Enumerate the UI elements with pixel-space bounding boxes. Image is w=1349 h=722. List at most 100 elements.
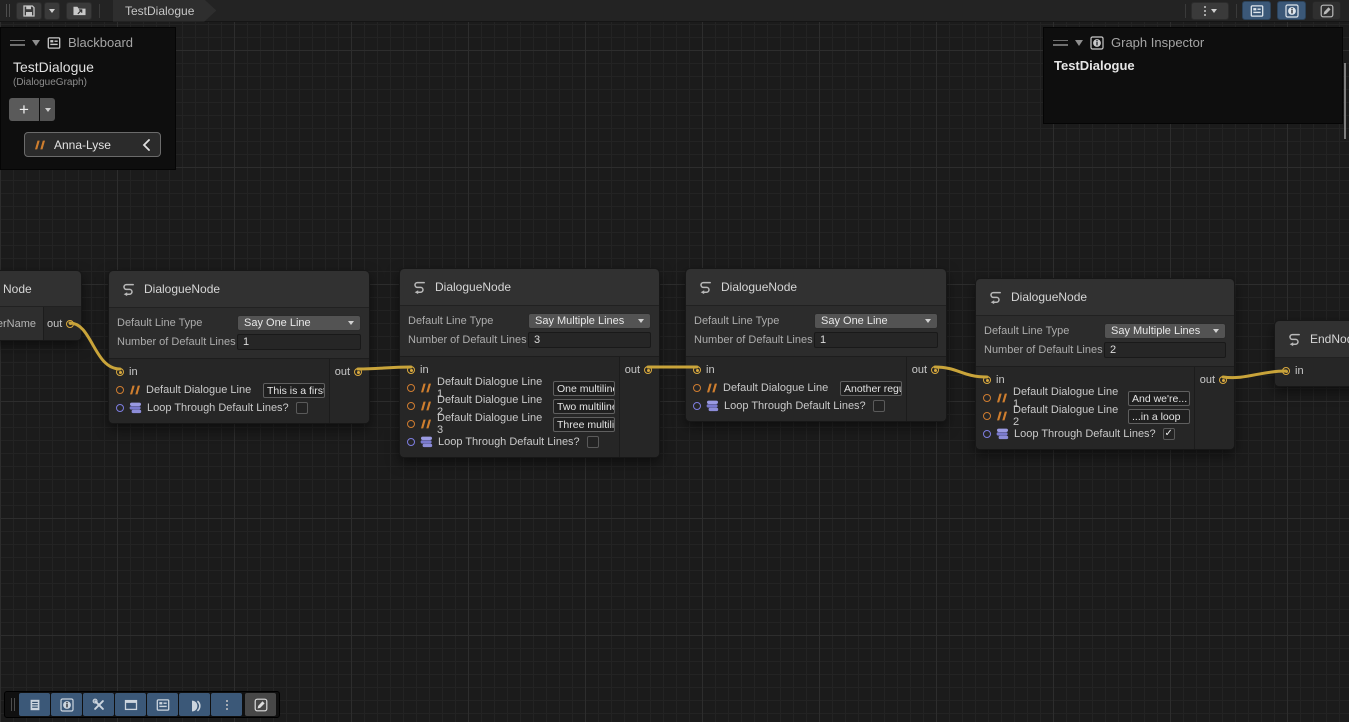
save-button[interactable] [16, 2, 42, 20]
node-header[interactable]: DialogueNode [109, 271, 369, 308]
drag-handle-icon[interactable] [1053, 40, 1068, 46]
toolbar-drag-handle[interactable] [6, 4, 10, 17]
tools-button[interactable] [83, 693, 114, 716]
line-type-dropdown[interactable]: Say Multiple Lines [528, 313, 651, 329]
chevron-down-icon [348, 321, 354, 325]
node-dialogue-3[interactable]: DialogueNode Default Line Type Say One L… [685, 268, 947, 422]
loop-stack-icon [129, 402, 142, 414]
node-title: DialogueNode [144, 282, 220, 296]
loop-stack-icon [706, 400, 719, 412]
blackboard-icon [1250, 4, 1264, 18]
chevron-left-icon[interactable] [142, 139, 151, 151]
port-label-in: in [706, 364, 715, 376]
line-count-field[interactable]: 3 [528, 332, 651, 348]
node-header[interactable]: EndNode [1275, 321, 1349, 358]
line-count-field[interactable]: 1 [814, 332, 938, 348]
quote-icon [420, 383, 432, 393]
flow-icon [987, 289, 1003, 305]
console-button[interactable] [19, 693, 50, 716]
node-header[interactable]: Node [0, 271, 81, 307]
dialogue-line-port[interactable] [407, 420, 415, 428]
toolbar-drag-handle[interactable] [11, 698, 15, 711]
speaker-name-text: kerName [0, 318, 36, 330]
node-dialogue-2[interactable]: DialogueNode Default Line Type Say Multi… [399, 268, 660, 458]
dialogue-line-port[interactable] [407, 384, 415, 392]
blackboard-field-name: Anna-Lyse [54, 138, 134, 152]
dialogue-line-port[interactable] [983, 394, 991, 402]
chevron-down-icon [638, 319, 644, 323]
loop-port[interactable] [407, 438, 415, 446]
dialogue-line-field[interactable]: Three multili [553, 417, 615, 432]
overflow-menu-button[interactable] [1191, 2, 1229, 20]
dialogue-line-field[interactable]: This is a first [263, 383, 325, 398]
blackboard-toggle-button[interactable] [1242, 1, 1271, 20]
node-header[interactable]: DialogueNode [976, 279, 1234, 316]
inspector-toggle-button[interactable] [1277, 1, 1306, 20]
dialogue-line-port[interactable] [407, 402, 415, 410]
info-button[interactable] [51, 693, 82, 716]
loop-checkbox[interactable]: ✓ [1163, 428, 1175, 440]
loop-checkbox[interactable] [587, 436, 599, 448]
kebab-menu-icon [1204, 6, 1206, 16]
overflow-menu-button[interactable] [211, 693, 242, 716]
window-button[interactable] [115, 693, 146, 716]
loop-label: Loop Through Default Lines? [438, 436, 580, 448]
tab-testdialogue[interactable]: TestDialogue [113, 0, 216, 22]
node-end[interactable]: EndNode in [1274, 320, 1349, 387]
script-toggle-button[interactable] [1312, 1, 1341, 20]
node-dialogue-4[interactable]: DialogueNode Default Line Type Say Multi… [975, 278, 1235, 450]
loop-checkbox[interactable] [873, 400, 885, 412]
node-header[interactable]: DialogueNode [686, 269, 946, 306]
line-type-dropdown[interactable]: Say Multiple Lines [1104, 323, 1226, 339]
dialogue-line-field[interactable]: And we're... [1128, 391, 1190, 406]
toolbar-separator [1185, 4, 1186, 18]
loop-port[interactable] [983, 430, 991, 438]
blackboard-panel: Blackboard TestDialogue (DialogueGraph) … [0, 27, 176, 170]
dialogue-line-port[interactable] [116, 386, 124, 394]
dialogue-line-port[interactable] [983, 412, 991, 420]
chevron-down-icon [45, 108, 51, 112]
drag-handle-icon[interactable] [10, 40, 25, 46]
line-count-value: 1 [243, 336, 249, 348]
add-property-button[interactable]: + [9, 98, 39, 121]
play-state-button[interactable] [179, 693, 210, 716]
graph-inspector-header[interactable]: Graph Inspector [1044, 28, 1342, 55]
open-folder-button[interactable] [66, 2, 92, 20]
kebab-menu-icon [226, 700, 228, 710]
toolbar-separator [1236, 4, 1237, 18]
graph-canvas[interactable]: TestDialogue Blackboard TestDialogue (Di… [0, 0, 1349, 722]
speaker-name-field[interactable]: kerName [0, 307, 44, 340]
blackboard-button[interactable] [147, 693, 178, 716]
scrollbar-thumb[interactable] [1344, 63, 1346, 139]
line-count-field[interactable]: 1 [237, 334, 361, 350]
dialogue-line-port[interactable] [693, 384, 701, 392]
port-label-in: in [996, 374, 1005, 386]
window-icon [124, 698, 138, 712]
save-dropdown-button[interactable] [44, 2, 60, 20]
dialogue-line-field[interactable]: Two multiline [553, 399, 615, 414]
quote-icon [996, 393, 1008, 403]
dialogue-line-field[interactable]: ...in a loop [1128, 409, 1190, 424]
play-state-icon [188, 698, 202, 712]
loop-port[interactable] [693, 402, 701, 410]
dialogue-line-field[interactable]: One multiline [553, 381, 615, 396]
node-dialogue-1[interactable]: DialogueNode Default Line Type Say One L… [108, 270, 370, 424]
dialogue-line-field[interactable]: Another regu [840, 381, 902, 396]
collapse-triangle-icon[interactable] [1075, 40, 1083, 46]
line-type-dropdown[interactable]: Say One Line [814, 313, 938, 329]
add-property-dropdown[interactable] [40, 98, 55, 121]
node-speaker-partial[interactable]: Node kerName out [0, 270, 82, 341]
line-count-field[interactable]: 2 [1104, 342, 1226, 358]
loop-port[interactable] [116, 404, 124, 412]
info-icon [1090, 36, 1104, 50]
line-count-label: Number of Default Lines [984, 344, 1104, 356]
blackboard-header[interactable]: Blackboard [1, 28, 175, 55]
graph-inspector-panel: Graph Inspector TestDialogue [1043, 27, 1343, 124]
line-type-dropdown[interactable]: Say One Line [237, 315, 361, 331]
line-type-label: Default Line Type [984, 325, 1104, 337]
loop-checkbox[interactable] [296, 402, 308, 414]
script-pen-button[interactable] [245, 693, 276, 716]
blackboard-field-anna-lyse[interactable]: Anna-Lyse [24, 132, 161, 157]
collapse-triangle-icon[interactable] [32, 40, 40, 46]
node-header[interactable]: DialogueNode [400, 269, 659, 306]
